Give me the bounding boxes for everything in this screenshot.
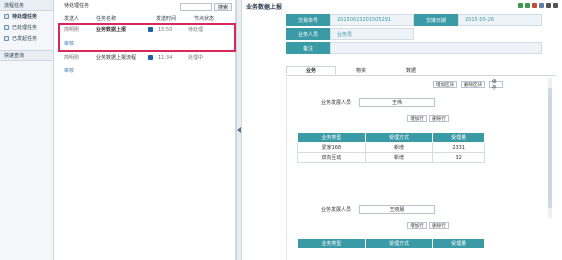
table-row[interactable]: 简明刚 业务数据上报流程 11:34 处理中 <box>64 54 234 62</box>
save-button[interactable]: 保存 <box>489 80 503 91</box>
row-sublabel: 审核 <box>64 67 234 74</box>
nav-item-pending[interactable]: 待处理任务 <box>0 11 53 22</box>
cell-mode[interactable]: 新增 <box>364 142 434 153</box>
table-row[interactable]: 爱家168 新增 2331 <box>297 142 485 153</box>
block2-table: 业务类型 受理方式 受理量 <box>297 238 485 249</box>
block1-add-row-button[interactable]: 增加行 <box>407 115 427 122</box>
print-icon[interactable] <box>539 3 544 8</box>
search-button[interactable]: 搜索 <box>214 3 232 11</box>
row-sender: 简明刚 <box>64 55 80 61</box>
selected-row-highlight <box>58 23 236 52</box>
collapse-arrow-icon[interactable] <box>237 127 241 133</box>
add-block-button[interactable]: 增加区块 <box>433 81 457 88</box>
tab-content: 增加区块 删除区块 保存 业务发展人员 王伟 增加行 删除行 业务类型 受理方式… <box>286 77 548 260</box>
toolbar <box>518 3 558 8</box>
row-status: 处理中 <box>188 55 204 61</box>
col-business-type: 业务类型 <box>297 238 366 249</box>
block1-delete-row-button[interactable]: 删除行 <box>429 115 449 122</box>
quick-search-section[interactable]: 快速查询 <box>0 50 53 61</box>
task-icon <box>4 14 9 19</box>
row-time: 11:34 <box>158 54 173 61</box>
reject-icon[interactable] <box>532 3 537 8</box>
nav-item-label: 待处理任务 <box>12 14 38 20</box>
nav-item-label: 已发起任务 <box>12 36 38 42</box>
block2-person-input[interactable]: 王晓晨 <box>359 205 435 214</box>
cell-type[interactable]: 双向互动 <box>297 152 366 163</box>
cell-qty[interactable]: 2331 <box>432 142 485 153</box>
block2-add-row-button[interactable]: 增加行 <box>407 222 427 229</box>
block1-person-input[interactable]: 王伟 <box>359 98 435 107</box>
scrollbar-thumb[interactable] <box>548 88 552 208</box>
col-sender: 发送人 <box>64 16 80 22</box>
delete-block-button[interactable]: 删除区块 <box>461 81 485 88</box>
nav-item-label: 已处理任务 <box>12 25 38 31</box>
col-accept-mode: 受理方式 <box>364 238 434 249</box>
col-status: 节点状态 <box>194 16 215 22</box>
save-icon[interactable] <box>546 3 551 8</box>
label-staff: 业务人员 <box>286 28 330 40</box>
col-name: 任务名称 <box>96 16 117 22</box>
detail-tabs: 业务 物资 数据 <box>286 66 556 76</box>
value-remark[interactable] <box>330 42 542 54</box>
block1-table: 业务类型 受理方式 受理量 爱家168 新增 2331 双向互动 新增 32 <box>297 132 485 163</box>
detail-title: 业务数据上报 <box>246 3 283 11</box>
tab-materials[interactable]: 物资 <box>336 66 386 75</box>
tab-data[interactable]: 数据 <box>386 66 436 75</box>
info-grid: 交易单号 20150023201505291 交接日期 2015-05-26 业… <box>286 14 542 56</box>
left-navigation: 流程任务 待处理任务 已处理任务 已发起任务 快速查询 <box>0 0 54 260</box>
task-icon <box>4 25 9 30</box>
task-list-title: 待处理任务 <box>64 3 90 9</box>
cell-type[interactable]: 爱家168 <box>297 142 366 153</box>
value-date: 2015-05-26 <box>458 14 542 26</box>
label-order-no: 交易单号 <box>286 14 330 26</box>
cell-qty[interactable]: 32 <box>432 152 485 163</box>
value-staff: 业务员 <box>330 28 414 40</box>
col-business-type: 业务类型 <box>297 132 366 143</box>
nav-item-initiated[interactable]: 已发起任务 <box>0 33 53 44</box>
task-table-header: 发送人 任务名称 发送时间 节点状态 <box>64 15 234 23</box>
col-accept-mode: 受理方式 <box>364 132 434 143</box>
row-tag[interactable]: 审核 <box>64 67 74 74</box>
block2-label: 业务发展人员 <box>320 207 351 213</box>
block1-label: 业务发展人员 <box>320 100 351 106</box>
search-input[interactable] <box>180 3 212 11</box>
value-order-no: 20150023201505291 <box>330 14 414 26</box>
task-icon <box>4 36 9 41</box>
label-date: 交接日期 <box>414 14 458 26</box>
approve-icon[interactable] <box>518 3 523 8</box>
nav-header: 流程任务 <box>0 0 53 11</box>
col-accept-qty: 受理量 <box>432 132 485 143</box>
nav-item-processed[interactable]: 已处理任务 <box>0 22 53 33</box>
close-icon[interactable] <box>553 3 558 8</box>
detail-pane: 业务数据上报 交易单号 20150023201505291 交接日期 2015-… <box>242 0 562 260</box>
label-remark: 备注 <box>286 42 330 54</box>
forward-icon[interactable] <box>525 3 530 8</box>
block2-delete-row-button[interactable]: 删除行 <box>429 222 449 229</box>
cell-mode[interactable]: 新增 <box>364 152 434 163</box>
table-row[interactable]: 双向互动 新增 32 <box>297 152 485 163</box>
row-task-name[interactable]: 业务数据上报流程 <box>92 54 148 61</box>
col-time: 发送时间 <box>156 16 177 22</box>
col-accept-qty: 受理量 <box>432 238 485 249</box>
document-icon[interactable] <box>148 55 153 60</box>
tab-business[interactable]: 业务 <box>286 66 336 75</box>
